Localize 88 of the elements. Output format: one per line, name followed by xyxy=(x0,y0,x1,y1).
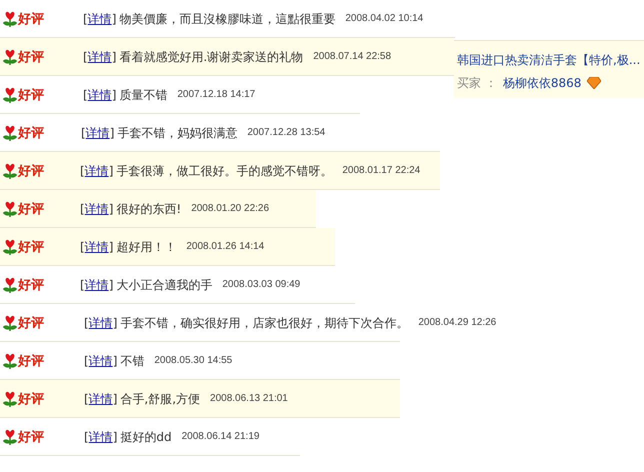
flower-icon xyxy=(2,429,18,445)
rating-label: 好评 xyxy=(18,88,44,102)
flower-icon xyxy=(2,391,18,407)
bracket-right: ] xyxy=(112,48,116,66)
details-link[interactable]: 详情 xyxy=(88,48,112,66)
bracket-left: [ xyxy=(84,390,89,408)
bracket-left: [ xyxy=(81,124,86,142)
rating-label: 好评 xyxy=(18,202,44,216)
review-date: 2008.01.17 22:24 xyxy=(342,164,420,178)
bracket-left: [ xyxy=(80,162,85,180)
review-comment: 很好的东西! xyxy=(116,200,182,218)
rating-label: 好评 xyxy=(18,164,44,178)
flower-icon xyxy=(2,353,18,369)
product-link[interactable]: 韩国进口热卖清洁手套【特价,极... xyxy=(457,51,644,69)
rating-label: 好评 xyxy=(18,278,44,292)
rating-label: 好评 xyxy=(18,316,44,330)
bracket-right: ] xyxy=(112,10,116,28)
flower-icon xyxy=(2,163,18,179)
details-link[interactable]: 详情 xyxy=(88,10,112,28)
bracket-right: ] xyxy=(108,276,114,294)
rating-label: 好评 xyxy=(18,430,44,444)
review-comment: 看着就感觉好用.谢谢卖家送的礼物 xyxy=(119,48,304,66)
review-comment: 手套很薄，做工很好。手的感觉不错呀。 xyxy=(116,162,332,180)
rating-label: 好评 xyxy=(18,50,44,64)
flower-icon xyxy=(2,239,18,255)
rating-label: 好评 xyxy=(18,126,44,140)
review-date: 2008.03.03 09:49 xyxy=(222,278,300,292)
rating-label: 好评 xyxy=(18,240,44,254)
flower-icon xyxy=(2,201,18,217)
review-date: 2008.06.14 21:19 xyxy=(182,430,260,444)
bracket-left: [ xyxy=(80,276,85,294)
review-date: 2008.05.30 14:55 xyxy=(154,354,232,368)
details-link[interactable]: 详情 xyxy=(88,352,113,370)
review-comment: 挺好的dd xyxy=(120,428,172,446)
buyer-link[interactable]: 杨柳依依8868 xyxy=(502,74,582,92)
bracket-left: [ xyxy=(84,428,89,446)
diamond-icon xyxy=(587,77,602,89)
review-comment: 大小正合適我的手 xyxy=(116,276,212,294)
bracket-left: [ xyxy=(83,10,88,28)
bracket-left: [ xyxy=(80,200,85,218)
review-date: 2008.06.13 21:01 xyxy=(210,392,288,406)
details-link[interactable]: 详情 xyxy=(84,200,109,218)
bracket-left: [ xyxy=(84,352,89,370)
review-comment: 不错 xyxy=(120,352,144,370)
bracket-left: [ xyxy=(83,86,88,104)
review-comment: 手套不错，妈妈很满意 xyxy=(117,124,238,142)
bracket-right: ] xyxy=(112,352,118,370)
review-comment: 合手,舒服,方便 xyxy=(120,390,200,408)
review-comment: 质量不错 xyxy=(119,86,168,104)
bracket-left: [ xyxy=(80,238,85,256)
details-link[interactable]: 详情 xyxy=(88,314,113,332)
details-link[interactable]: 详情 xyxy=(84,276,109,294)
bracket-right: ] xyxy=(112,390,118,408)
review-comment: 手套不错，确实很好用，店家也很好，期待下次合作。 xyxy=(120,314,408,332)
bracket-right: ] xyxy=(112,314,118,332)
bracket-right: ] xyxy=(112,428,118,446)
flower-icon xyxy=(2,277,18,293)
flower-icon xyxy=(2,49,18,65)
review-date: 2008.01.20 22:26 xyxy=(191,202,270,216)
bracket-left: [ xyxy=(83,48,88,66)
buyer-label: 买家 ： xyxy=(457,75,497,92)
details-link[interactable]: 详情 xyxy=(86,124,110,142)
bracket-right: ] xyxy=(108,162,114,180)
review-comment: 物美價廉，而且沒橡膠味道，這點很重要 xyxy=(119,10,336,28)
review-date: 2008.01.26 14:14 xyxy=(186,240,264,254)
rating-label: 好评 xyxy=(18,392,44,406)
bracket-left: [ xyxy=(84,314,89,332)
details-link[interactable]: 详情 xyxy=(88,390,113,408)
flower-icon xyxy=(2,11,18,27)
review-date: 2007.12.18 14:17 xyxy=(177,88,256,102)
details-link[interactable]: 详情 xyxy=(84,162,109,180)
details-link[interactable]: 详情 xyxy=(88,86,112,104)
bracket-right: ] xyxy=(108,200,114,218)
review-date: 2008.07.14 22:58 xyxy=(313,50,392,64)
details-link[interactable]: 详情 xyxy=(88,428,113,446)
rating-label: 好评 xyxy=(18,354,44,368)
bracket-right: ] xyxy=(108,238,114,256)
review-date: 2008.04.02 10:14 xyxy=(345,12,424,26)
review-comment: 超好用！！ xyxy=(116,238,176,256)
flower-icon xyxy=(2,315,18,331)
flower-icon xyxy=(2,87,18,103)
rating-label: 好评 xyxy=(18,12,44,26)
review-date: 2008.04.29 12:26 xyxy=(418,316,496,330)
bracket-right: ] xyxy=(110,124,114,142)
flower-icon xyxy=(2,125,18,141)
bracket-right: ] xyxy=(112,86,116,104)
details-link[interactable]: 详情 xyxy=(84,238,109,256)
review-date: 2007.12.28 13:54 xyxy=(247,126,326,140)
